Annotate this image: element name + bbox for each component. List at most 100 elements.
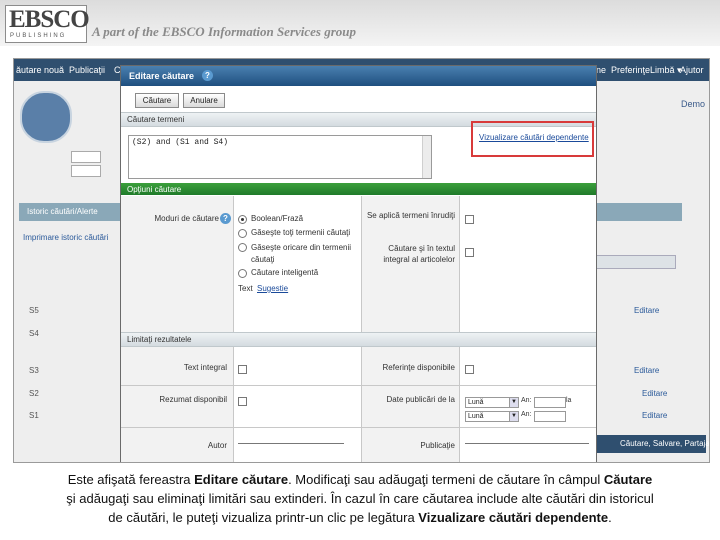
limit-results-label: Limitaţi rezultatele xyxy=(127,335,192,344)
dialog-title: Editare căutare xyxy=(129,71,195,81)
author-input[interactable] xyxy=(238,443,344,444)
divider xyxy=(459,347,460,462)
year-to-label: An: xyxy=(521,411,532,418)
bg-edit-link[interactable]: Editare xyxy=(634,366,659,375)
ebsco-logo: EBSCO PUBLISHING xyxy=(5,5,90,43)
bg-row-label: S2 xyxy=(29,389,39,398)
bg-nav-publications[interactable]: Publicaţii xyxy=(69,65,105,75)
search-terms-label: Căutare termeni xyxy=(127,115,185,124)
caption-text: de căutări, le puteţi vizualiza printr-u… xyxy=(108,510,419,525)
abstract-checkbox[interactable] xyxy=(238,397,247,406)
bg-row-label: S3 xyxy=(29,366,39,375)
mode-all-terms-label: Găseşte toţi termenii căutaţi xyxy=(251,228,351,237)
caption-text: şi adăugaţi sau eliminaţi limitări sau e… xyxy=(66,491,654,506)
bg-demo-label: Demo xyxy=(681,99,706,109)
related-terms-checkbox[interactable] xyxy=(465,215,474,224)
search-modes-help-icon[interactable]: ? xyxy=(220,213,231,224)
related-terms-label: Se aplică termeni înrudiţi xyxy=(366,211,455,220)
divider xyxy=(121,385,596,386)
hint-prefix: Text xyxy=(238,284,253,293)
bg-nav-ne[interactable]: ne xyxy=(596,65,606,75)
bg-nav-preferences[interactable]: Preferinţe xyxy=(611,65,650,75)
month-to-value: Lună xyxy=(468,413,484,420)
chevron-down-icon: ▼ xyxy=(509,412,518,421)
year-to-input[interactable] xyxy=(534,411,566,422)
full-text-label: Text integral xyxy=(183,363,227,372)
mode-any-terms-label: Găseşte oricare din termenii căutaţi xyxy=(251,243,352,264)
search-options-bar: Opţiuni căutare xyxy=(121,183,596,195)
bg-nav-language[interactable]: Limbă ▾ xyxy=(650,65,682,76)
bg-share-label: Căutare, Salvare, Partajare xyxy=(620,439,710,448)
caption-emphasis: Căutare xyxy=(603,472,653,487)
limit-results-bar: Limitaţi rezultatele xyxy=(121,332,596,347)
caption-emphasis: Editare căutare xyxy=(194,472,289,487)
help-icon[interactable]: ? xyxy=(202,70,213,81)
bg-row-label: S4 xyxy=(29,329,39,338)
bg-results-button[interactable] xyxy=(594,255,676,269)
references-label: Referinţe disponibile xyxy=(382,363,456,372)
edit-search-dialog: Editare căutare ? Căutare Anulare Căutar… xyxy=(120,65,597,462)
bg-and-select-2[interactable] xyxy=(71,165,101,177)
bg-share-bar[interactable]: Căutare, Salvare, Partajare xyxy=(594,435,709,453)
abstract-label: Rezumat disponibil xyxy=(159,395,227,404)
references-checkbox[interactable] xyxy=(465,365,474,374)
month-to-select[interactable]: Lună ▼ xyxy=(465,411,519,422)
caption-emphasis: Vizualizare căutări dependente xyxy=(418,510,609,525)
caption-text: . Modificaţi sau adăugaţi termeni de cău… xyxy=(288,472,604,487)
fulltext-search-checkbox[interactable] xyxy=(465,248,474,257)
cancel-button[interactable]: Anulare xyxy=(183,93,225,108)
bg-edit-link[interactable]: Editare xyxy=(642,411,667,420)
pub-date-label: Date publicări de la xyxy=(386,395,455,404)
slide-caption: Este afişată fereastra Editare căutare. … xyxy=(0,470,720,527)
bg-search-history-label: Istoric căutări/Alerte xyxy=(27,207,98,216)
divider xyxy=(361,347,362,462)
search-options-label: Opţiuni căutare xyxy=(127,185,182,194)
search-terms-textarea[interactable]: (S2) and (S1 and S4) xyxy=(128,135,432,179)
bg-ebsco-host-logo xyxy=(20,91,72,143)
bg-nav-help[interactable]: Ajutor xyxy=(680,65,704,75)
chevron-down-icon: ▼ xyxy=(509,398,518,407)
full-text-checkbox[interactable] xyxy=(238,365,247,374)
publisher-header-band: EBSCO PUBLISHING A part of the EBSCO Inf… xyxy=(0,0,720,46)
bg-row-label: S1 xyxy=(29,411,39,420)
header-tagline: A part of the EBSCO Information Services… xyxy=(92,24,357,39)
logo-subtitle: PUBLISHING xyxy=(10,33,67,39)
divider xyxy=(121,427,596,428)
bg-edit-link[interactable]: Editare xyxy=(642,389,667,398)
mode-boolean-radio[interactable] xyxy=(238,215,247,224)
caption-text: Este afişată fereastra xyxy=(67,472,195,487)
fulltext-search-label: Căutare şi în textul integral al articol… xyxy=(383,244,455,264)
divider xyxy=(233,347,234,462)
caption-text: . xyxy=(608,510,612,525)
divider xyxy=(361,196,362,332)
mode-all-terms-radio[interactable] xyxy=(238,229,247,238)
year-from-label: An: xyxy=(521,397,532,404)
author-label: Autor xyxy=(207,441,227,450)
bg-nav-new-search[interactable]: ăutare nouă xyxy=(16,65,64,75)
dialog-title-bar: Editare căutare ? xyxy=(121,66,596,86)
screenshot-frame: ăutare nouă Publicaţii C ne Preferinţe L… xyxy=(13,58,710,463)
divider xyxy=(459,196,460,332)
textarea-scrollbar[interactable] xyxy=(422,136,431,178)
month-from-select[interactable]: Lună ▼ xyxy=(465,397,519,408)
mode-smart-label: Căutare inteligentă xyxy=(251,268,319,277)
mode-boolean-label: Boolean/Frază xyxy=(251,214,304,223)
search-terms-value: (S2) and (S1 and S4) xyxy=(132,138,229,147)
bg-edit-link[interactable]: Editare xyxy=(634,306,659,315)
search-button[interactable]: Căutare xyxy=(135,93,179,108)
hint-link[interactable]: Sugestie xyxy=(257,284,288,293)
publication-label: Publicaţie xyxy=(420,441,455,450)
divider xyxy=(233,196,234,332)
bg-row-label: S5 xyxy=(29,306,39,315)
bg-print-history-link[interactable]: Imprimare istoric căutări xyxy=(23,233,108,242)
mode-any-terms-radio[interactable] xyxy=(238,243,247,252)
view-dependent-searches-link[interactable]: Vizualizare căutări dependente xyxy=(479,133,589,142)
bg-and-select-1[interactable] xyxy=(71,151,101,163)
logo-wordmark: EBSCO xyxy=(9,6,90,33)
year-from-input[interactable] xyxy=(534,397,566,408)
search-modes-label: Moduri de căutare xyxy=(154,214,219,223)
mode-smart-radio[interactable] xyxy=(238,269,247,278)
publication-input[interactable] xyxy=(465,443,589,444)
to-label: la xyxy=(566,397,572,404)
month-from-value: Lună xyxy=(468,399,484,406)
